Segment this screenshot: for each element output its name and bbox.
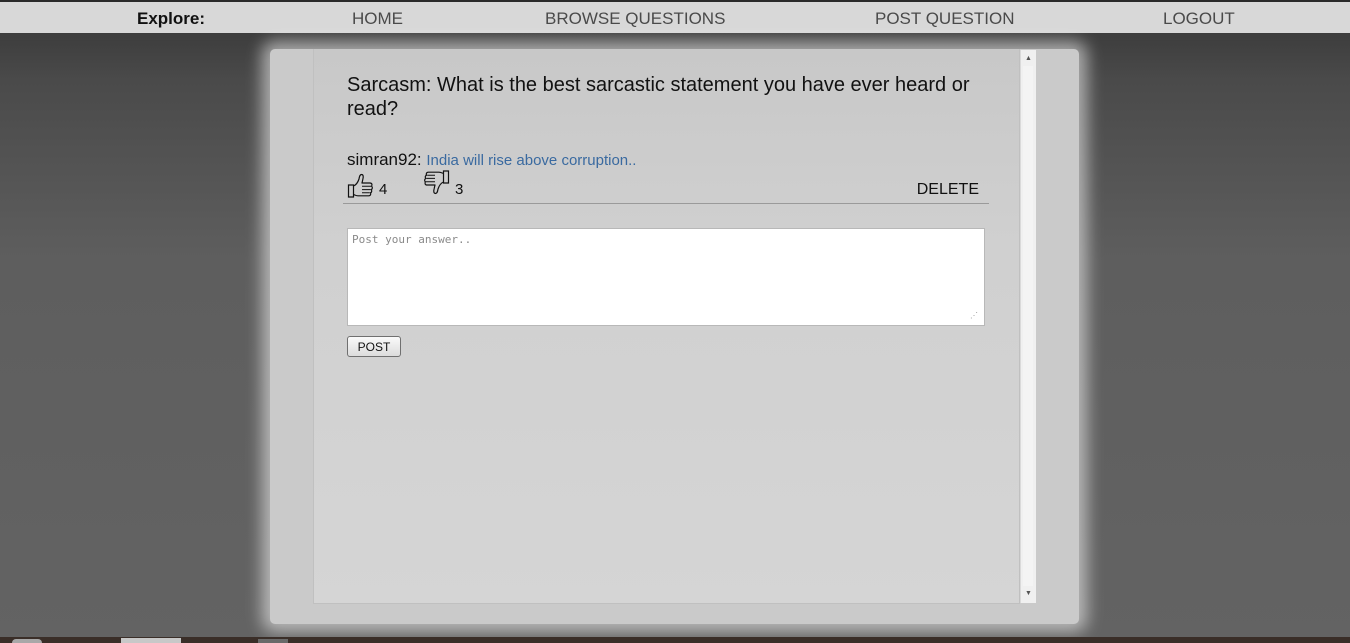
thumbs-down-icon: [424, 170, 450, 195]
nav-logout-link[interactable]: LOGOUT: [1163, 9, 1235, 29]
vertical-scrollbar[interactable]: ▲ ▼: [1020, 50, 1036, 603]
top-nav-bar: Explore: HOME BROWSE QUESTIONS POST QUES…: [0, 0, 1350, 33]
delete-answer-button[interactable]: DELETE: [917, 181, 979, 199]
scroll-down-arrow-icon[interactable]: ▼: [1021, 587, 1036, 601]
thumbs-up-icon: [347, 173, 373, 198]
answer-text: India will rise above corruption..: [426, 152, 637, 169]
downvote-button[interactable]: 3: [423, 169, 463, 199]
vote-bar: 4 3 DELETE: [347, 169, 987, 199]
question-content-area: [313, 49, 1020, 604]
post-answer-button[interactable]: POST: [347, 336, 401, 357]
scroll-up-arrow-icon[interactable]: ▲: [1021, 52, 1036, 66]
taskbar-item[interactable]: [121, 638, 181, 643]
answer-divider: [343, 203, 989, 204]
nav-post-question-link[interactable]: POST QUESTION: [875, 9, 1015, 29]
nav-brand-label: Explore:: [137, 9, 206, 28]
answer-username[interactable]: simran92:: [347, 150, 422, 169]
answer-row: simran92: India will rise above corrupti…: [347, 150, 636, 171]
answer-input[interactable]: [347, 228, 985, 326]
taskbar-strip: [0, 637, 1350, 643]
resize-grip-icon[interactable]: ⋰: [970, 311, 980, 321]
upvote-button[interactable]: 4: [347, 169, 387, 199]
upvote-count: 4: [379, 181, 388, 198]
taskbar-item[interactable]: [258, 639, 288, 643]
question-title: Sarcasm: What is the best sarcastic stat…: [347, 74, 970, 120]
nav-home-link[interactable]: HOME: [352, 9, 403, 29]
scrollbar-thumb[interactable]: [1023, 66, 1033, 586]
nav-browse-questions-link[interactable]: BROWSE QUESTIONS: [545, 9, 725, 29]
question-panel: ▲ ▼ Sarcasm: What is the best sarcastic …: [270, 49, 1079, 624]
start-button-icon[interactable]: [12, 639, 42, 643]
downvote-count: 3: [455, 181, 464, 198]
